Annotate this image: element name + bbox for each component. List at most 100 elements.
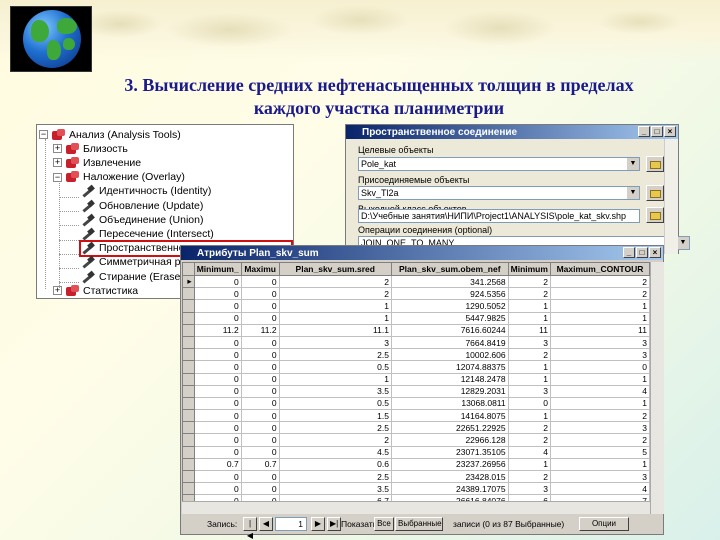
column-header[interactable]: Minimum: [507, 262, 551, 276]
tree-item[interactable]: + Извлечение: [53, 155, 141, 170]
table-cell: 0: [240, 335, 280, 350]
attr-title: Атрибуты Plan_skv_sum: [197, 247, 319, 259]
table-row[interactable]: 0 0 2.5 23428.015 2 3: [182, 469, 650, 484]
record-number-field[interactable]: 1: [275, 517, 307, 531]
row-selector[interactable]: [182, 421, 195, 435]
table-row[interactable]: 0 0 1.5 14164.8075 1 2: [182, 409, 650, 423]
column-header[interactable]: Plan_skv_sum.sred: [278, 262, 392, 276]
next-record-button[interactable]: ▶: [311, 517, 325, 531]
table-row[interactable]: 0 0 1 1290.5052 1 1: [182, 299, 650, 313]
tree-item[interactable]: − Анализ (Analysis Tools): [39, 127, 181, 142]
open-folder-button[interactable]: [646, 207, 664, 223]
table-row[interactable]: 0 0 1 12148.2478 1 1: [182, 372, 650, 386]
row-selector[interactable]: [182, 384, 195, 398]
row-selector[interactable]: [182, 335, 195, 350]
show-all-button[interactable]: Все: [374, 517, 394, 531]
expand-icon[interactable]: +: [53, 286, 62, 296]
tree-item[interactable]: + Статистика: [53, 283, 138, 298]
table-cell: 0: [240, 311, 280, 325]
vertical-scrollbar[interactable]: [650, 262, 664, 514]
options-button[interactable]: Опции: [579, 517, 629, 531]
chevron-down-icon[interactable]: ▼: [627, 158, 639, 170]
table-row[interactable]: 0 0 3.5 12829.2031 3 4: [182, 384, 650, 398]
maximize-button[interactable]: □: [636, 247, 648, 258]
close-button[interactable]: ×: [649, 247, 661, 258]
collapse-icon[interactable]: −: [39, 130, 48, 139]
table-cell: 5447.9825: [390, 311, 509, 325]
table-row[interactable]: 11.2 11.2 11.1 7616.60244 11 11: [182, 323, 650, 337]
attr-titlebar[interactable]: Атрибуты Plan_skv_sum _ □ ×: [181, 246, 663, 260]
table-row[interactable]: 0 0 2.5 22651.22925 2 3: [182, 421, 650, 435]
output-field[interactable]: D:\Учебные занятия\НИПИ\Project1\ANALYSI…: [358, 209, 640, 223]
row-selector[interactable]: [182, 469, 195, 484]
dialog-scrollbar[interactable]: [664, 139, 678, 254]
column-header[interactable]: Minimum_: [193, 262, 242, 276]
tree-item[interactable]: Обновление (Update): [81, 198, 203, 213]
join-dropdown[interactable]: Skv_Tl2a ▼: [358, 186, 640, 200]
maximize-button[interactable]: □: [651, 126, 663, 137]
table-cell: 0: [193, 384, 242, 398]
row-selector[interactable]: [182, 409, 195, 423]
table-cell: 1: [278, 372, 392, 386]
row-selector[interactable]: [182, 372, 195, 386]
table-row[interactable]: 0 0 2 22966.128 2 2: [182, 433, 650, 447]
prev-record-button[interactable]: ◀: [259, 517, 273, 531]
minimize-button[interactable]: _: [638, 126, 650, 137]
chevron-down-icon[interactable]: ▼: [627, 187, 639, 199]
first-record-button[interactable]: |◀: [243, 517, 257, 540]
dialog-titlebar[interactable]: Пространственное соединение _ □ ×: [346, 125, 678, 139]
last-record-button[interactable]: ▶|: [327, 517, 341, 531]
table-cell: 0: [240, 469, 280, 484]
row-selector[interactable]: [182, 299, 195, 313]
table-row[interactable]: ▸ 0 0 2 341.2568 2 2: [182, 274, 650, 289]
tree-item[interactable]: + Близость: [53, 141, 128, 156]
table-row[interactable]: 0 0 2.5 10002.606 2 3: [182, 348, 650, 362]
row-selector[interactable]: [182, 323, 195, 337]
table-row[interactable]: 0 0 3.5 24389.17075 3 4: [182, 482, 650, 496]
table-row[interactable]: 0 0 4.5 23071.35105 4 5: [182, 445, 650, 459]
row-selector[interactable]: [182, 287, 195, 301]
row-selector[interactable]: [182, 396, 195, 411]
table-row[interactable]: 0 0 1 5447.9825 1 1: [182, 311, 650, 325]
row-selector[interactable]: ▸: [182, 274, 195, 289]
table-row[interactable]: 0 0 0.5 12074.88375 1 0: [182, 360, 650, 374]
show-selected-button[interactable]: Выбранные: [395, 517, 443, 531]
globe-logo: [10, 6, 92, 72]
table-row[interactable]: 0.7 0.7 0.6 23237.26956 1 1: [182, 457, 650, 472]
column-header[interactable]: Maximum_CONTOUR: [549, 262, 650, 276]
row-selector[interactable]: [182, 433, 195, 447]
row-selector[interactable]: [182, 360, 195, 374]
row-selector[interactable]: [182, 311, 195, 325]
tree-item[interactable]: Объединение (Union): [81, 212, 203, 227]
collapse-icon[interactable]: −: [53, 172, 62, 182]
table-cell: 1: [549, 299, 650, 313]
table-cell: 14164.8075: [390, 409, 509, 423]
tree-item[interactable]: Стирание (Erase): [81, 269, 184, 284]
table-cell: 11.2: [193, 323, 242, 337]
table-cell: 0: [193, 409, 242, 423]
target-value: Pole_kat: [361, 159, 397, 169]
folder-icon: [650, 161, 661, 169]
row-selector[interactable]: [182, 457, 195, 472]
column-header[interactable]: Maximu: [240, 262, 280, 276]
open-folder-button[interactable]: [646, 156, 664, 172]
close-button[interactable]: ×: [664, 126, 676, 137]
tree-connector: [59, 282, 79, 283]
chevron-down-icon[interactable]: ▼: [677, 237, 689, 249]
tree-item[interactable]: − Наложение (Overlay): [53, 170, 185, 185]
tree-item[interactable]: Идентичность (Identity): [81, 184, 211, 199]
row-selector[interactable]: [182, 348, 195, 362]
table-row[interactable]: 0 0 0.5 13068.0811 0 1: [182, 396, 650, 411]
table-row[interactable]: 0 0 2 924.5356 2 2: [182, 287, 650, 301]
row-selector[interactable]: [182, 445, 195, 459]
horizontal-scrollbar[interactable]: [182, 501, 650, 514]
target-dropdown[interactable]: Pole_kat ▼: [358, 157, 640, 171]
expand-icon[interactable]: +: [53, 158, 62, 168]
minimize-button[interactable]: _: [623, 247, 635, 258]
open-folder-button[interactable]: [646, 185, 664, 201]
table-row[interactable]: 0 0 3 7664.8419 3 3: [182, 335, 650, 350]
expand-icon[interactable]: +: [53, 144, 62, 154]
row-selector[interactable]: [182, 482, 195, 496]
column-header[interactable]: Plan_skv_sum.obem_nef: [390, 262, 509, 276]
tree-item-label: Близость: [83, 142, 128, 155]
